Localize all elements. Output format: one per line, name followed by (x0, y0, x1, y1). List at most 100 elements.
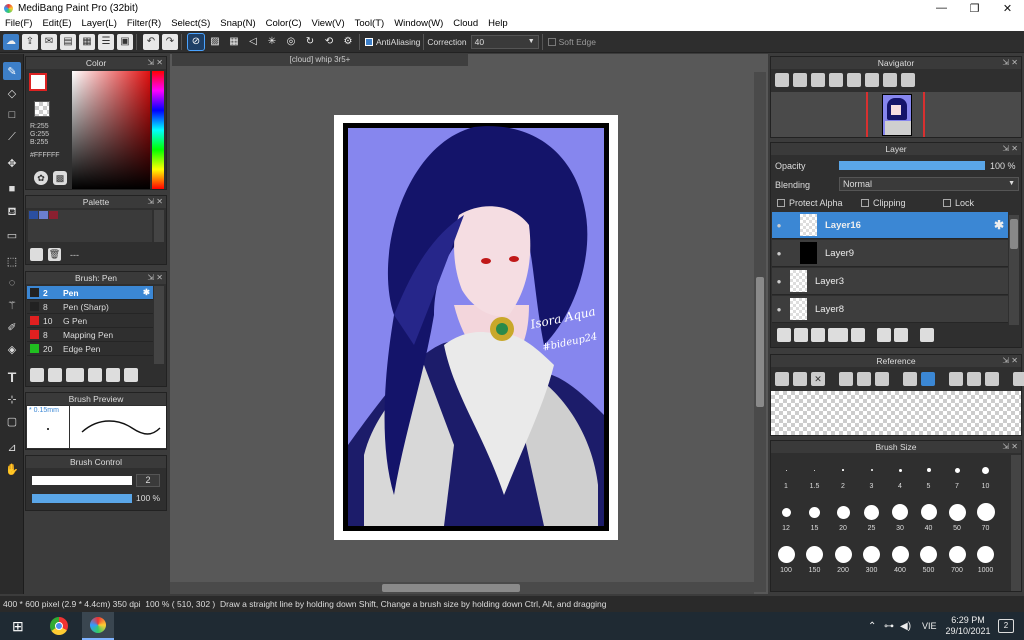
correction-select[interactable]: 40 ▼ (470, 34, 539, 49)
brush-size-option[interactable]: 400 (886, 543, 914, 574)
open-folder-icon[interactable] (793, 372, 807, 386)
new-halftone-layer-icon[interactable] (794, 328, 808, 342)
artwork-canvas[interactable]: Isora Aqua #bideup24 (334, 115, 618, 540)
hand-icon[interactable] (921, 372, 935, 386)
color-wheel-icon[interactable]: ✿ (34, 171, 48, 185)
antialiasing-checkbox[interactable] (365, 37, 373, 46)
new-layer-icon[interactable] (777, 328, 791, 342)
visibility-icon[interactable]: ● (772, 221, 786, 230)
maximize-button[interactable]: ❐ (958, 0, 991, 16)
delete-layer-icon[interactable] (920, 328, 934, 342)
comment-icon[interactable]: ✉ (41, 33, 57, 50)
select-pen-tool-icon[interactable]: ✐ (3, 318, 21, 336)
menu-file[interactable]: File(F) (5, 18, 32, 29)
layer-opacity-slider[interactable] (839, 161, 985, 170)
minimize-button[interactable]: — (925, 0, 958, 16)
brush-size-option[interactable]: 1000 (972, 543, 1000, 574)
menu-edit[interactable]: Edit(E) (42, 18, 71, 29)
folder-icon[interactable] (106, 368, 120, 382)
brush-size-option[interactable]: 100 (772, 543, 800, 574)
fit-icon[interactable] (811, 73, 825, 87)
brush-size-option[interactable]: 10 (972, 459, 1000, 490)
brush-size-option[interactable]: 20 (829, 501, 857, 532)
new-file-icon[interactable]: ▤ (60, 33, 76, 50)
zoom-out-icon[interactable] (875, 372, 889, 386)
blending-select[interactable]: Normal ▼ (839, 177, 1019, 191)
curve-snap-icon[interactable]: ↻ (302, 34, 318, 50)
menu-help[interactable]: Help (488, 18, 508, 29)
select-eraser-tool-icon[interactable]: ◈ (3, 340, 21, 358)
menu-window[interactable]: Window(W) (394, 18, 443, 29)
saturation-value-square[interactable] (72, 71, 150, 189)
rotate-left-icon[interactable] (847, 73, 861, 87)
palette-swatch[interactable] (39, 211, 48, 219)
panel-close-icon[interactable]: ⇲ ✕ (1002, 143, 1018, 155)
palette-scrollbar[interactable] (154, 210, 164, 242)
brush-item-g-pen[interactable]: 10 G Pen (27, 314, 153, 328)
clipping-checkbox[interactable] (861, 199, 869, 207)
panel-close-icon[interactable]: ⇲ ✕ (1002, 355, 1018, 367)
brush-item-pen-sharp[interactable]: 8 Pen (Sharp) (27, 300, 153, 314)
brush-size-slider[interactable] (32, 476, 132, 485)
gear-icon[interactable]: ✱ (143, 287, 150, 298)
zoom-out-icon[interactable] (829, 73, 843, 87)
hand-tool-icon[interactable]: ✋ (3, 460, 21, 478)
brush-size-option[interactable]: 1.5 (801, 459, 829, 490)
brush-size-option[interactable]: 7 (943, 459, 971, 490)
layer-row-layer8[interactable]: ● Layer8 (772, 296, 1008, 323)
snap-off-icon[interactable]: ⊘ (187, 32, 205, 51)
reference-image-area[interactable] (771, 391, 1021, 435)
brush-size-option[interactable]: 200 (829, 543, 857, 574)
close-button[interactable]: ✕ (991, 0, 1024, 16)
bucket-tool-icon[interactable]: ⛾ (3, 204, 21, 222)
network-icon[interactable]: ⊶ (884, 621, 894, 632)
layer-scroll-thumb[interactable] (1010, 219, 1018, 249)
menu-view[interactable]: View(V) (312, 18, 345, 29)
grid-icon[interactable]: ▣ (117, 33, 133, 50)
new-8bit-layer-icon[interactable] (811, 328, 825, 342)
visibility-icon[interactable]: ● (772, 249, 786, 258)
duplicate-layer-icon[interactable] (877, 328, 891, 342)
brush-size-option[interactable]: 15 (801, 501, 829, 532)
divide-tool-icon[interactable]: ▢ (3, 412, 21, 430)
select-tool-icon[interactable]: ⬚ (3, 252, 21, 270)
windows-start-icon[interactable]: ⊞ (12, 618, 24, 635)
panel-close-icon[interactable]: ⇲ ✕ (1002, 441, 1018, 453)
brush-size-option[interactable]: 150 (801, 543, 829, 574)
zoom-in-icon[interactable] (775, 73, 789, 87)
vertical-scroll-thumb[interactable] (756, 277, 764, 407)
menu-cloud[interactable]: Cloud (453, 18, 478, 29)
reset-icon[interactable] (865, 73, 879, 87)
copy-brush-icon[interactable] (124, 368, 138, 382)
brush-size-option[interactable]: 2 (829, 459, 857, 490)
palette-swatch[interactable] (49, 211, 58, 219)
shape-tool-icon[interactable]: □ (3, 106, 21, 124)
brush-size-option[interactable]: 12 (772, 501, 800, 532)
merge-layer-icon[interactable] (894, 328, 908, 342)
flip-icon[interactable] (901, 73, 915, 87)
layer-list-scrollbar[interactable] (1009, 215, 1019, 325)
line-tool-icon[interactable]: ⟋ (3, 128, 21, 146)
brush-size-option[interactable]: 40 (915, 501, 943, 532)
vertical-scrollbar[interactable] (754, 72, 766, 592)
menu-color[interactable]: Color(C) (266, 18, 302, 29)
add-brush-icon[interactable] (30, 368, 44, 382)
parallel-snap-icon[interactable]: ▨ (207, 34, 223, 50)
eraser-tool-icon[interactable]: ◇ (3, 84, 21, 102)
brush-list-scrollbar[interactable] (154, 286, 164, 364)
brush-size-option[interactable]: 50 (943, 501, 971, 532)
cloud-icon[interactable]: ☁ (3, 33, 19, 50)
panel-close-icon[interactable]: ⇲ ✕ (1002, 57, 1018, 69)
perspective-snap-icon[interactable]: ◁ (245, 34, 261, 50)
brush-tool-icon[interactable]: ✎ (3, 62, 21, 80)
undo-icon[interactable]: ↶ (143, 33, 159, 50)
brush-size-option[interactable]: 25 (858, 501, 886, 532)
navigator-preview[interactable] (771, 92, 1021, 137)
rotate-snap-icon[interactable]: ⟲ (321, 34, 337, 50)
brush-size-option[interactable]: 4 (886, 459, 914, 490)
concentric-snap-icon[interactable]: ◎ (283, 34, 299, 50)
lasso-tool-icon[interactable]: ◌ (3, 274, 21, 292)
visibility-icon[interactable]: ● (772, 277, 786, 286)
menu-layer[interactable]: Layer(L) (82, 18, 117, 29)
list-icon[interactable]: ☰ (98, 33, 114, 50)
